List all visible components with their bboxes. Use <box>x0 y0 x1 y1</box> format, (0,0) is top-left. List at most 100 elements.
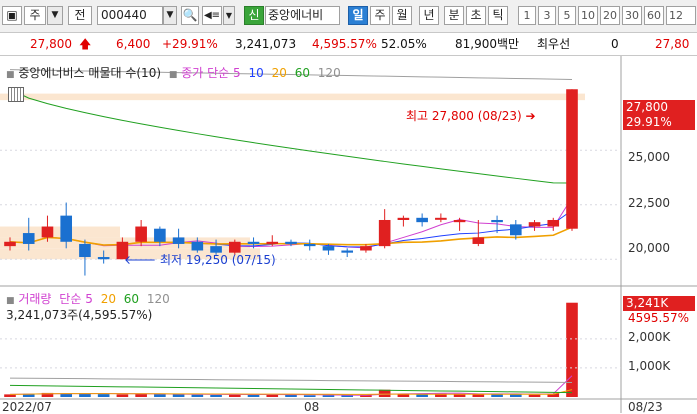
search-icon[interactable]: 🔍 <box>181 6 199 25</box>
last-price-badge: 27,800 <box>623 100 695 115</box>
best-ask-price: 27,80 <box>655 37 690 51</box>
volume-profile-band <box>0 93 585 101</box>
volume-bar <box>172 394 185 397</box>
candle-body <box>135 226 147 242</box>
x-axis-end: 08/23 <box>628 400 663 414</box>
candle-body <box>172 237 185 244</box>
interval-30[interactable]: 30 <box>622 6 642 25</box>
high-label: 최고 27,800 (08/23) <box>406 109 522 123</box>
candle-body <box>154 228 166 242</box>
candle-body <box>285 241 297 244</box>
chart-area[interactable]: ■ 중앙에너비스 매물대 수(10) ■ 종가 단순 5 10 20 60 12… <box>0 56 697 414</box>
grid-table-icon[interactable] <box>8 87 24 102</box>
layout-icon[interactable]: ▣ <box>2 6 22 25</box>
square-icon: ■ <box>6 296 15 306</box>
interval-10[interactable]: 10 <box>578 6 598 25</box>
volume-bar <box>285 394 297 397</box>
volume-bar <box>322 395 335 397</box>
interval-20[interactable]: 20 <box>600 6 620 25</box>
candle-body <box>247 241 260 244</box>
volume-bar <box>528 394 541 397</box>
candle-body <box>491 219 503 223</box>
candle-body <box>4 241 16 247</box>
vol-ma60-label: 60 <box>123 292 140 306</box>
up-arrow-icon: 🡅 <box>79 37 92 51</box>
candle-body <box>60 215 73 242</box>
volume-info: 3,241,073주(4,595.57%) <box>6 308 153 322</box>
low-label: 최저 19,250 (07/15) <box>160 253 276 267</box>
candle-body <box>378 219 391 247</box>
volume-bar <box>341 395 354 397</box>
ma5-label: 5 <box>233 66 241 80</box>
volume-profile-band <box>0 226 120 238</box>
price-change-pct: +29.91% <box>162 37 218 51</box>
stock-code-input[interactable]: 000440 <box>97 6 163 25</box>
y-tick: 20,000 <box>628 241 670 255</box>
volume-bar <box>116 394 129 397</box>
x-axis-mid: 08 <box>304 400 320 414</box>
ma60-label: 60 <box>294 66 310 80</box>
y-tick: 25,000 <box>628 150 670 164</box>
price-panel-title: 중앙에너비스 매물대 수(10) <box>18 66 162 80</box>
chevron-down-icon[interactable]: ▼ <box>47 6 63 25</box>
candle-body <box>547 219 560 227</box>
code-dropdown-icon[interactable]: ▼ <box>163 6 177 25</box>
ma120-label: 120 <box>317 66 341 80</box>
arrow-left-icon: 🡐 <box>124 253 157 267</box>
tab-tick[interactable]: 틱 <box>488 6 508 25</box>
vol-y-tick: 1,000K <box>628 359 671 373</box>
quote-bar: 27,800 🡅 6,400 +29.91% 3,241,073 4,595.5… <box>0 33 697 56</box>
volume-panel-legend: ■ 거래량 단순 5 20 60 120 <box>6 290 170 307</box>
candle-body <box>416 217 428 223</box>
price-panel-legend: ■ 중앙에너비스 매물대 수(10) ■ 종가 단순 5 10 20 60 12… <box>6 64 341 81</box>
vol-ma120-label: 120 <box>146 292 170 306</box>
tab-year[interactable]: 년 <box>419 6 439 25</box>
arrow-right-icon: ➔ <box>525 109 536 123</box>
last-volume-badge: 3,241K <box>623 296 695 311</box>
stock-name: 중앙에너비 <box>265 6 340 25</box>
candle-body <box>303 243 316 247</box>
tab-day[interactable]: 일 <box>348 6 368 25</box>
volume-bar <box>378 389 391 397</box>
candle-body <box>22 233 35 244</box>
vol-ma20-label: 20 <box>100 292 116 306</box>
volume-title: 거래량 <box>18 292 52 306</box>
candle-body <box>566 89 578 229</box>
new-badge[interactable]: 신 <box>244 6 264 25</box>
sound-icon[interactable]: ◀≡ <box>202 6 222 25</box>
tab-minute[interactable]: 분 <box>444 6 464 25</box>
ma20-label: 20 <box>271 66 287 80</box>
chart-svg[interactable] <box>0 56 697 413</box>
candle-body <box>453 219 466 223</box>
interval-3[interactable]: 3 <box>538 6 556 25</box>
interval-120[interactable]: 12 <box>666 6 696 25</box>
ratio-value: 52.05% <box>381 37 427 51</box>
volume-ma-label: 단순 <box>59 292 82 306</box>
tab-second[interactable]: 초 <box>466 6 486 25</box>
volume-bar <box>453 394 466 397</box>
last-pct-badge: 29.91% <box>623 115 695 130</box>
volume-pct: 4,595.57% <box>312 37 377 51</box>
current-price: 27,800 <box>30 37 72 51</box>
sound-dropdown-icon[interactable]: ▼ <box>223 6 235 25</box>
best-ask-qty: 0 <box>611 37 619 51</box>
candle-body <box>266 241 279 244</box>
volume-bar <box>154 394 166 397</box>
best-ask-label: 최우선 <box>537 37 571 51</box>
candle-body <box>397 217 410 220</box>
jeon-button[interactable]: 전 <box>68 6 92 25</box>
interval-1[interactable]: 1 <box>518 6 536 25</box>
candle-body <box>322 246 335 251</box>
last-volume-pct: 4595.57% <box>628 311 690 325</box>
tab-month[interactable]: 월 <box>392 6 412 25</box>
x-axis-start: 2022/07 <box>2 400 52 414</box>
vol-y-tick: 2,000K <box>628 330 671 344</box>
interval-60[interactable]: 60 <box>644 6 664 25</box>
square-icon: ■ <box>6 70 15 80</box>
interval-5[interactable]: 5 <box>558 6 576 25</box>
period-select[interactable]: 주 <box>24 6 46 25</box>
tab-week[interactable]: 주 <box>370 6 390 25</box>
candle-body <box>79 243 91 258</box>
candle-body <box>97 257 110 260</box>
candle-body <box>509 224 522 236</box>
